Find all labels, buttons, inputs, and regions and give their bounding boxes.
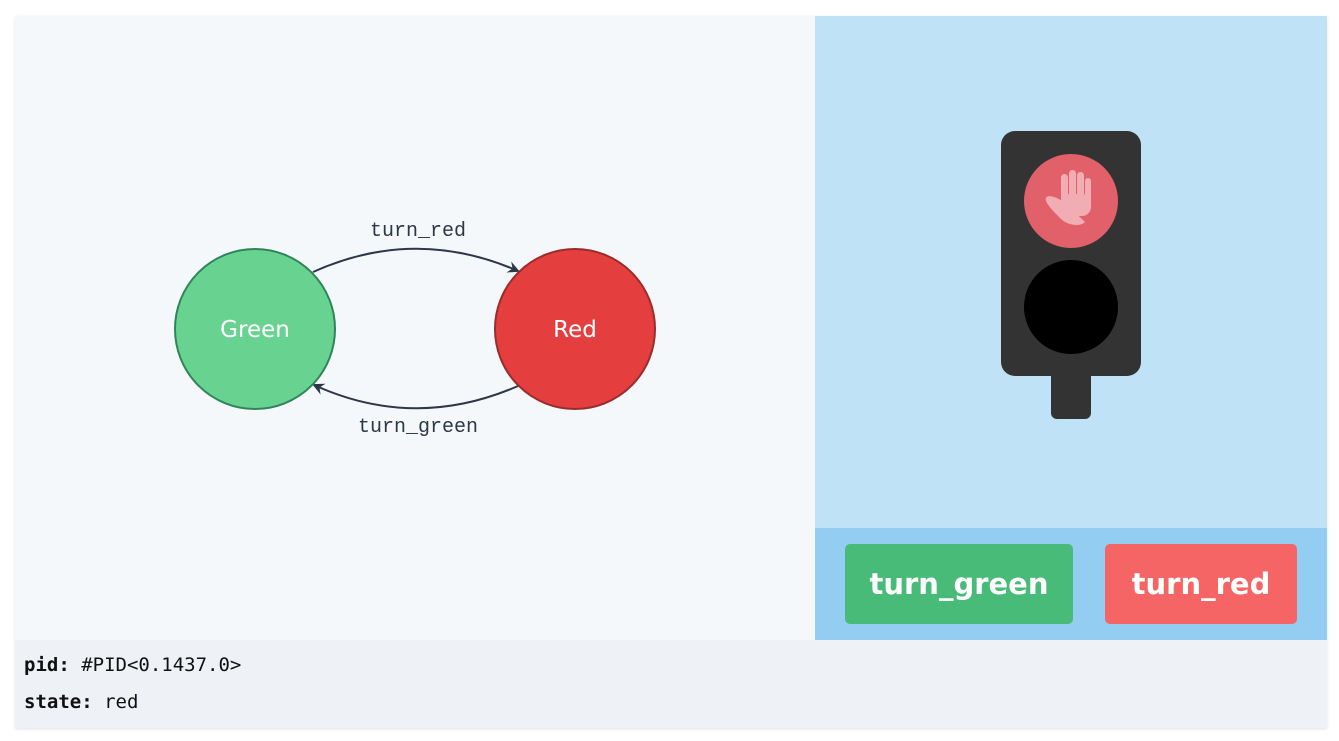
pid-row: pid: #PID<0.1437.0> [24,654,241,676]
state-label-red: Red [553,317,597,343]
process-info: pid: #PID<0.1437.0> state: red [15,640,1327,728]
state-label-green: Green [220,317,290,343]
state-value: red [104,691,139,713]
off-lamp [1024,260,1118,354]
turn-green-button[interactable]: turn_green [845,544,1073,624]
state-row: state: red [24,691,138,713]
transition-arrow-turn-green [312,383,519,410]
transition-arrow-turn-red [312,247,520,273]
pid-label: pid: [24,654,70,676]
action-bar: turn_green turn_red [815,528,1327,640]
traffic-light [1001,131,1141,419]
traffic-light-panel [815,16,1327,528]
state-node-red: Red [494,248,656,410]
transition-label-turn-red: turn_red [370,220,466,243]
state-label: state: [24,691,93,713]
pid-value: #PID<0.1437.0> [81,654,242,676]
state-machine-card: turn_red turn_green Green Red turn_green… [15,16,1327,728]
turn-red-button[interactable]: turn_red [1105,544,1297,624]
state-diagram: turn_red turn_green Green Red [15,16,815,640]
state-node-green: Green [174,248,336,410]
transition-label-turn-green: turn_green [358,416,478,439]
state-diagram-svg: turn_red turn_green Green Red [174,220,656,439]
